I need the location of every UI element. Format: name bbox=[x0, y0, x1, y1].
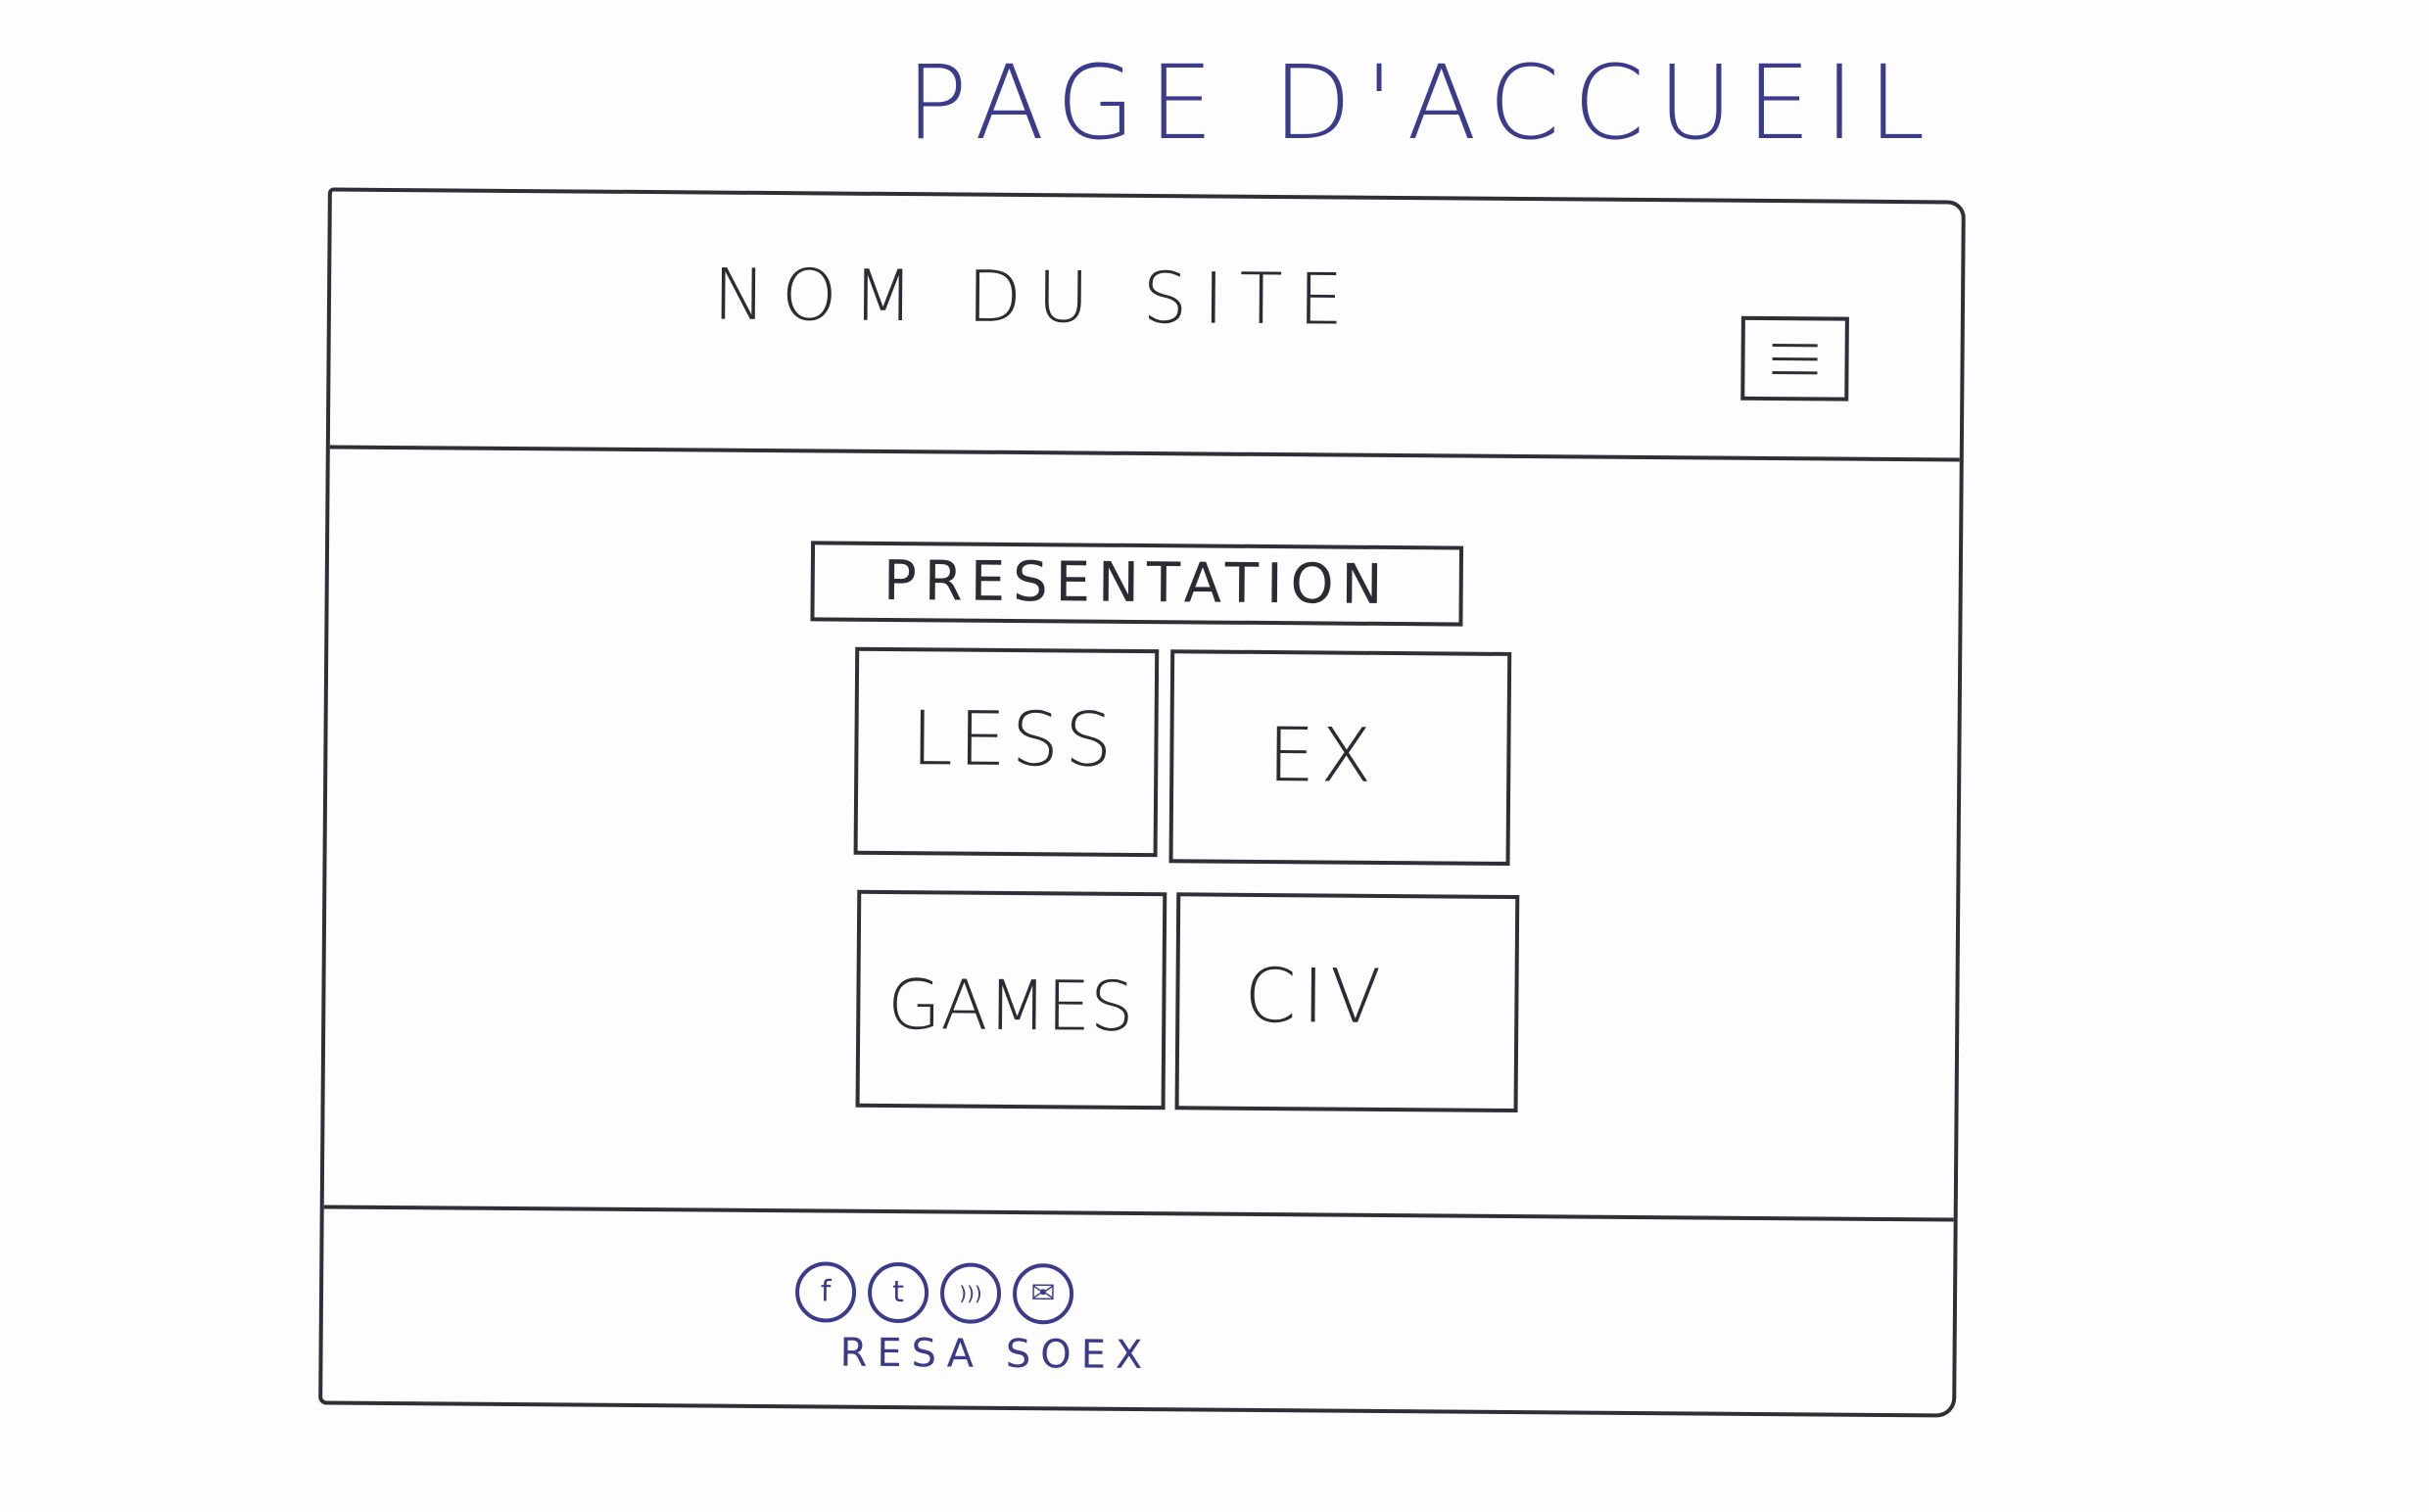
rss-icon[interactable]: ))) bbox=[939, 1262, 1002, 1324]
tile-label: EX bbox=[1267, 711, 1378, 799]
mail-icon[interactable]: ✉ bbox=[1012, 1262, 1074, 1325]
tile-label: CIV bbox=[1244, 951, 1388, 1040]
tile-label: LESS bbox=[911, 694, 1119, 783]
menu-bar-line bbox=[1772, 371, 1818, 375]
site-footer: f t ))) ✉ RESA SOEX bbox=[322, 1205, 1954, 1414]
social-label: RESA SOEX bbox=[839, 1330, 1153, 1379]
hamburger-menu-icon[interactable] bbox=[1740, 315, 1849, 402]
tile-civ[interactable]: CIV bbox=[1174, 892, 1520, 1113]
tile-less[interactable]: LESS bbox=[853, 646, 1160, 858]
presentation-button[interactable]: PRESENTATION bbox=[810, 541, 1464, 627]
site-header: NOM DU SITE bbox=[329, 191, 1962, 462]
twitter-icon[interactable]: t bbox=[867, 1261, 929, 1324]
menu-bar-line bbox=[1772, 357, 1818, 361]
menu-bar-line bbox=[1772, 344, 1818, 348]
facebook-icon[interactable]: f bbox=[794, 1261, 857, 1323]
wireframe-frame: NOM DU SITE PRESENTATION LESS EX GAMES C… bbox=[318, 187, 1966, 1418]
page-heading: PAGE D'ACCUEIL bbox=[906, 43, 1939, 163]
tile-label: GAMES bbox=[887, 964, 1134, 1047]
main-content: PRESENTATION LESS EX GAMES CIV bbox=[324, 449, 1960, 1225]
social-links: f t ))) ✉ bbox=[794, 1261, 1074, 1325]
tile-games[interactable]: GAMES bbox=[855, 889, 1167, 1110]
site-name[interactable]: NOM DU SITE bbox=[713, 254, 1359, 341]
tile-ex[interactable]: EX bbox=[1168, 649, 1512, 866]
